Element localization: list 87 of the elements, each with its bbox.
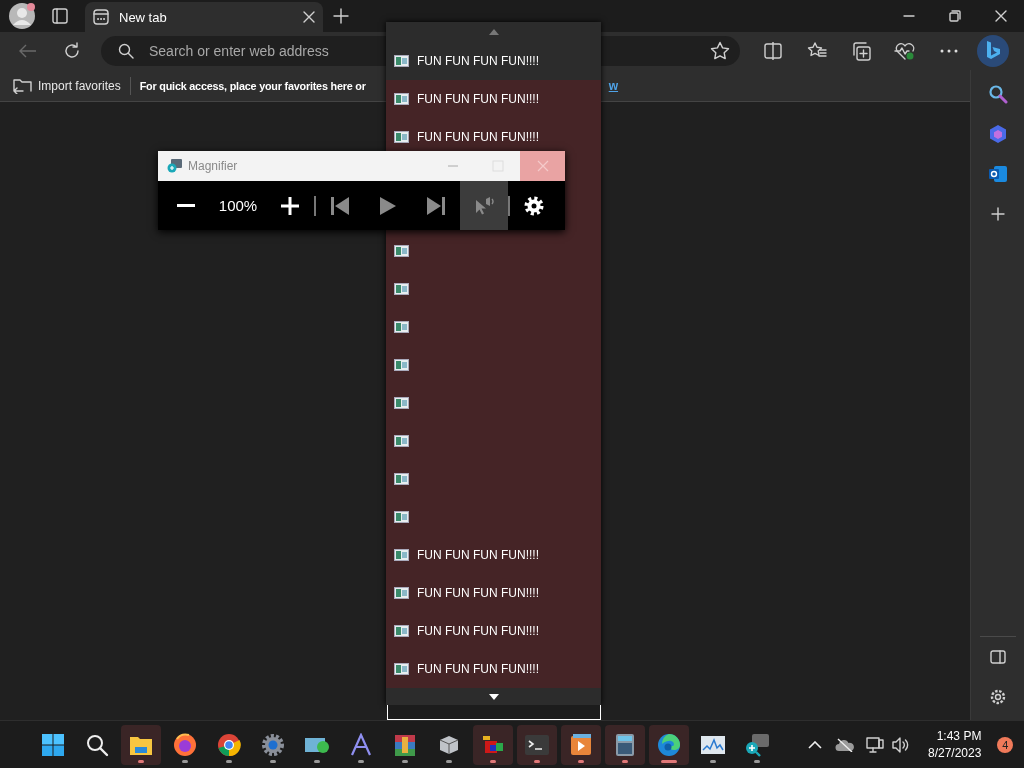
window-thumbnail-icon	[394, 131, 409, 143]
window-thumbnail-icon	[394, 435, 409, 447]
speaker-icon	[892, 736, 910, 753]
calculator-icon	[615, 732, 635, 757]
browser-tab[interactable]: New tab	[85, 2, 323, 32]
minus-icon	[177, 203, 195, 208]
import-favorites-button[interactable]: Import favorites	[13, 77, 121, 94]
star-list-icon	[807, 42, 827, 60]
chrome-ball-icon	[217, 732, 241, 757]
mail-o-icon	[987, 165, 1008, 183]
window-thumbnail-icon	[394, 549, 409, 561]
window-thumbnail-icon	[394, 283, 409, 295]
network-monitor-icon	[866, 736, 884, 753]
folder-import-icon	[13, 77, 32, 94]
close-icon[interactable]	[303, 11, 315, 23]
menu-item[interactable]: FUN FUN FUN FUN!!!!	[386, 574, 601, 612]
chevron-up-icon	[808, 740, 822, 749]
skip-back-icon	[331, 196, 349, 215]
window-thumbnail-icon	[394, 55, 409, 67]
scroll-down-icon[interactable]	[488, 693, 499, 700]
window-thumbnail-icon	[394, 245, 409, 257]
split-screen-icon	[764, 42, 782, 60]
windows-logo-icon	[41, 732, 65, 757]
edge-swirl-icon	[657, 732, 681, 757]
taskbar-app-button[interactable]	[649, 724, 689, 765]
window-thumbnail-icon	[394, 359, 409, 371]
menu-item[interactable]: FUN FUN FUN FUN!!!!	[386, 650, 601, 688]
more-icon	[940, 49, 958, 53]
clock[interactable]: 1:43 PM 8/27/2023	[924, 729, 986, 760]
plus-icon	[281, 196, 299, 215]
cloud-off-icon	[835, 737, 855, 752]
window-thumbnail-icon	[394, 625, 409, 637]
menu-item[interactable]: FUN FUN FUN FUN!!!!	[386, 612, 601, 650]
restore-icon	[949, 10, 961, 22]
search-icon	[85, 732, 109, 757]
close-icon	[995, 10, 1007, 22]
plus-icon	[990, 207, 1005, 221]
cube-icon	[437, 733, 461, 756]
manage-favorites-link[interactable]: w	[608, 78, 619, 93]
window-thumbnail-icon	[394, 321, 409, 333]
terminal-icon	[524, 733, 550, 756]
letter-b-icon	[984, 40, 1002, 62]
window-thumbnail-icon	[394, 473, 409, 485]
gear-icon	[988, 688, 1007, 706]
refresh-icon	[63, 42, 81, 60]
gear-icon	[261, 732, 285, 757]
magnifier-icon	[744, 732, 770, 757]
chart-window-icon	[700, 733, 726, 756]
menu-item[interactable]: FUN FUN FUN FUN!!!!	[386, 536, 601, 574]
pointer-speaker-icon	[474, 195, 494, 216]
menu-item[interactable]: FUN FUN FUN FUN!!!!	[386, 42, 601, 80]
magnifier-icon	[166, 158, 182, 174]
window-thumbnail-icon	[394, 587, 409, 599]
media-player-icon	[569, 732, 593, 757]
search-icon	[987, 84, 1008, 104]
taskbar-app-button[interactable]	[473, 724, 513, 765]
dropdown-field[interactable]	[387, 705, 601, 720]
window-thumbnail-icon	[394, 663, 409, 675]
play-icon	[380, 196, 396, 215]
search-icon	[118, 43, 134, 59]
menu-item[interactable]: FUN FUN FUN FUN!!!!	[386, 80, 601, 118]
letter-a-icon	[349, 732, 373, 757]
plus-icon	[333, 8, 349, 24]
tab-page-icon	[93, 9, 109, 25]
taskbar-app-button[interactable]	[121, 724, 161, 765]
panel-icon	[989, 650, 1006, 664]
heartbeat-icon	[894, 41, 916, 61]
taskbar-app-button[interactable]	[561, 724, 601, 765]
taskbar-app-button[interactable]	[605, 724, 645, 765]
back-arrow-icon	[19, 44, 37, 58]
taskbar-app-button[interactable]	[517, 724, 557, 765]
copilot-button[interactable]	[977, 35, 1009, 67]
hexagon-icon	[987, 124, 1008, 144]
gear-icon	[524, 195, 544, 216]
window-title: Magnifier	[188, 159, 239, 173]
zoom-level: 100%	[217, 197, 259, 214]
window-thumbnail-icon	[394, 511, 409, 523]
close-icon	[536, 160, 549, 172]
panel-icon	[52, 8, 68, 24]
collections-icon	[851, 41, 871, 61]
window-thumbnail-icon	[394, 93, 409, 105]
star-icon[interactable]	[710, 41, 730, 61]
window-thumbnail-icon	[394, 397, 409, 409]
favorites-hint: For quick access, place your favorites here or	[139, 79, 367, 92]
skip-forward-icon	[427, 196, 445, 215]
notification-badge[interactable]: 4	[997, 736, 1014, 753]
archive-books-icon	[393, 732, 417, 757]
